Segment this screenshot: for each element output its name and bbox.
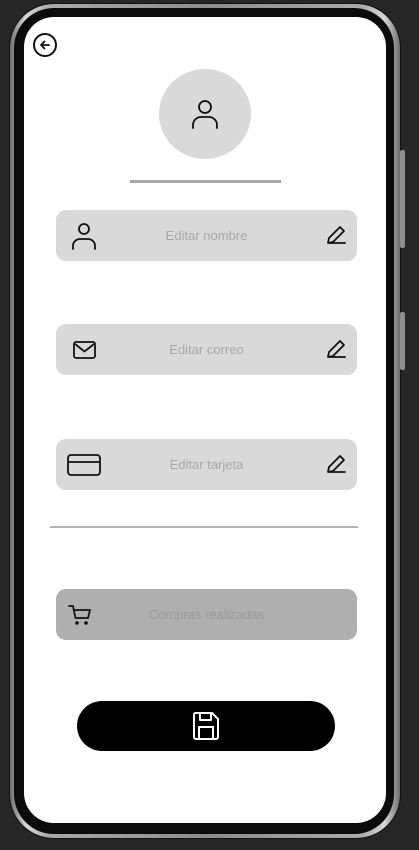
credit-card-icon xyxy=(64,439,104,490)
profile-screen: Editar nombre Editar correo Editar tarje… xyxy=(24,17,386,823)
back-button[interactable] xyxy=(33,33,57,57)
volume-button xyxy=(400,150,405,248)
edit-email-field[interactable]: Editar correo xyxy=(56,324,357,375)
user-icon xyxy=(192,100,218,129)
mail-icon xyxy=(64,324,104,375)
section-divider xyxy=(50,526,358,528)
edit-name-field[interactable]: Editar nombre xyxy=(56,210,357,261)
edit-card-field[interactable]: Editar tarjeta xyxy=(56,439,357,490)
avatar[interactable] xyxy=(159,69,251,159)
purchases-label: Compras realizadas xyxy=(148,607,265,622)
power-button xyxy=(400,312,405,370)
pencil-icon[interactable] xyxy=(323,336,349,362)
user-icon xyxy=(64,210,104,261)
arrow-left-icon xyxy=(40,40,50,50)
avatar-underline xyxy=(130,180,281,183)
pencil-icon[interactable] xyxy=(323,451,349,477)
purchases-button[interactable]: Compras realizadas xyxy=(56,589,357,640)
pencil-icon[interactable] xyxy=(323,222,349,248)
save-icon xyxy=(192,712,219,740)
save-button[interactable] xyxy=(77,701,335,751)
